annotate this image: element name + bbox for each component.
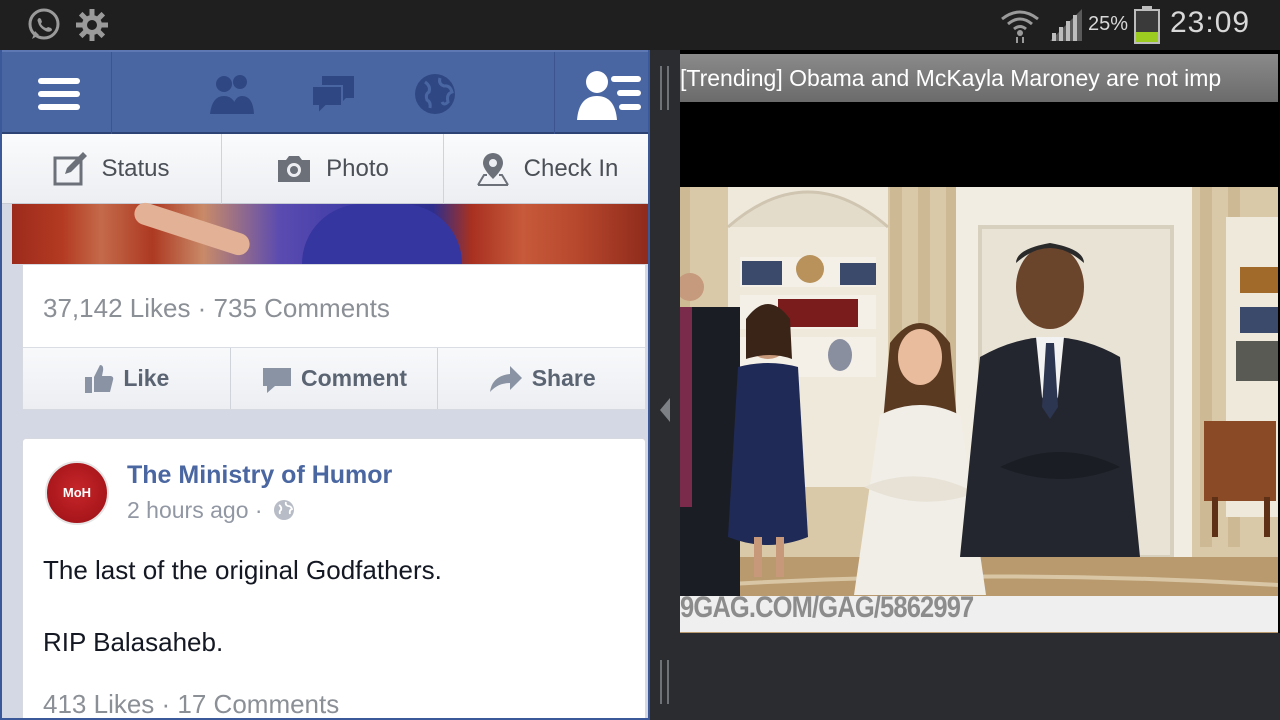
facebook-pane: Status Photo Check In 37,142 Likes · 735…: [0, 50, 650, 720]
post-photo-partial[interactable]: [12, 199, 648, 264]
post-time-text: 2 hours ago ·: [127, 497, 263, 523]
comment-bubble-icon: [262, 367, 291, 393]
camera-icon: [278, 156, 311, 182]
status-label: Status: [101, 155, 170, 182]
settings-gear-icon: [76, 9, 108, 41]
share-button[interactable]: Share: [438, 348, 645, 409]
comment-button[interactable]: Comment: [231, 348, 439, 409]
divider-grip-top[interactable]: [660, 66, 670, 110]
friend-requests-icon[interactable]: [206, 70, 256, 118]
post-stats-2[interactable]: 413 Likes · 17 Comments: [43, 689, 339, 718]
page-avatar[interactable]: MoH: [45, 461, 109, 525]
post-stats[interactable]: 37,142 Likes · 735 Comments: [43, 293, 390, 324]
battery-icon: [1134, 6, 1160, 44]
location-pin-icon: [476, 153, 509, 186]
signal-icon: [1050, 9, 1082, 41]
photo-button[interactable]: Photo: [222, 134, 444, 204]
friends-list-icon: [577, 71, 641, 120]
composer-bar: Status Photo Check In: [2, 134, 648, 204]
messages-icon[interactable]: [308, 70, 358, 118]
check-in-label: Check In: [523, 155, 619, 182]
trending-photo[interactable]: [680, 187, 1278, 633]
thumbs-up-icon: [85, 364, 114, 393]
status-bar: 25% 23:09: [0, 0, 1280, 50]
wifi-icon: [1001, 10, 1039, 43]
like-button[interactable]: Like: [23, 348, 231, 409]
battery-percent: 25%: [1088, 13, 1129, 35]
post-card-1: 37,142 Likes · 735 Comments Like Comment: [22, 264, 646, 410]
post-text-line-2: RIP Balasaheb.: [43, 627, 224, 657]
9gag-watermark: 9GAG.COM/GAG/5862997: [680, 591, 974, 624]
photo-illustration: [680, 187, 1278, 633]
page-name-link[interactable]: The Ministry of Humor: [127, 461, 392, 490]
share-label: Share: [531, 365, 596, 391]
like-label: Like: [123, 365, 170, 391]
public-globe-icon: [273, 500, 294, 520]
check-in-button[interactable]: Check In: [444, 134, 648, 204]
share-arrow-icon: [489, 365, 522, 392]
avatar-text: MoH: [62, 485, 92, 500]
friends-list-button[interactable]: [554, 52, 648, 134]
clock: 23:09: [1170, 6, 1251, 39]
viewer-bottom-area: [680, 633, 1280, 720]
notifications-globe-icon[interactable]: [410, 70, 460, 118]
post-text-line-1: The last of the original Godfathers.: [43, 555, 442, 585]
trending-title-bar: [Trending] Obama and McKayla Maroney are…: [680, 54, 1278, 102]
facebook-top-bar: [2, 50, 648, 134]
image-viewer-pane: [Trending] Obama and McKayla Maroney are…: [680, 50, 1280, 720]
status-button[interactable]: Status: [2, 134, 222, 204]
divider-grip-bottom[interactable]: [660, 660, 670, 704]
hamburger-menu-icon: [38, 78, 80, 110]
comment-label: Comment: [300, 365, 408, 391]
edit-status-icon: [53, 152, 88, 186]
collapse-arrow-icon[interactable]: [658, 396, 672, 424]
post-timestamp[interactable]: 2 hours ago ·: [127, 497, 295, 524]
menu-button[interactable]: [2, 52, 112, 134]
whatsapp-icon: [28, 8, 60, 40]
photo-label: Photo: [326, 155, 389, 182]
split-screen-divider[interactable]: [650, 50, 680, 720]
post-card-2: MoH The Ministry of Humor 2 hours ago · …: [22, 438, 646, 718]
post-actions: Like Comment Share: [23, 347, 645, 409]
